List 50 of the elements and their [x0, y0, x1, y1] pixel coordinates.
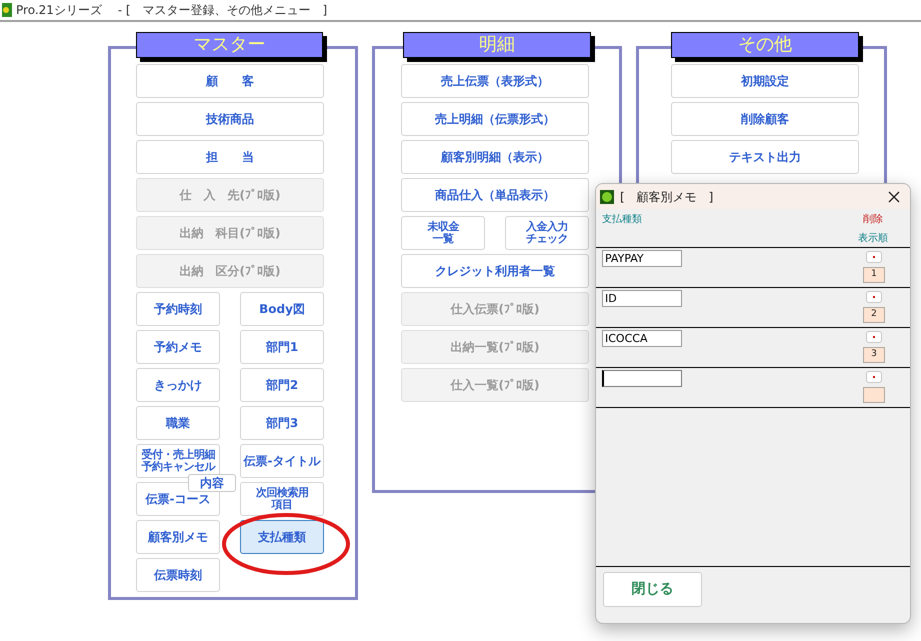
order-box: 1	[863, 267, 885, 283]
order-box: 2	[863, 307, 885, 323]
menu-button[interactable]: きっかけ	[136, 368, 220, 402]
menu-button[interactable]: 次回検索用 項目	[240, 482, 324, 516]
menu-button[interactable]: Body図	[240, 292, 324, 326]
menu-button[interactable]: クレジット利用者一覧	[401, 254, 589, 288]
menu-button[interactable]: 顧客別明細（表示）	[401, 140, 589, 174]
column-heading: 支払種類	[602, 212, 642, 227]
order-box	[863, 387, 885, 403]
menu-button[interactable]: 担 当	[136, 140, 324, 174]
menu-button[interactable]: 売上伝票（表形式）	[401, 64, 589, 98]
menu-button[interactable]: 受付・売上明細 予約キャンセル	[136, 444, 220, 478]
menu-button[interactable]: 伝票時刻	[136, 558, 220, 592]
app-icon	[2, 3, 12, 17]
menu-button[interactable]: 初期設定	[671, 64, 859, 98]
content-label: 内容	[188, 474, 236, 492]
close-button[interactable]	[886, 188, 902, 204]
menu-button[interactable]: 商品仕入（単品表示）	[401, 178, 589, 212]
menu-button[interactable]: 予約メモ	[136, 330, 220, 364]
menu-button[interactable]: 顧 客	[136, 64, 324, 98]
delete-heading: 削除	[863, 212, 883, 227]
menu-button[interactable]: 削除顧客	[671, 102, 859, 136]
menu-button[interactable]: テキスト出力	[671, 140, 859, 174]
delete-button[interactable]	[866, 251, 882, 263]
payment-type-field[interactable]: ICOCCA	[602, 330, 682, 347]
payment-type-field[interactable]: ID	[602, 290, 682, 307]
menu-button[interactable]: 技術商品	[136, 102, 324, 136]
payment-type-field[interactable]: PAYPAY	[602, 250, 682, 267]
menu-button[interactable]: 部門1	[240, 330, 324, 364]
delete-button[interactable]	[866, 331, 882, 343]
menu-button[interactable]: 入金入力 チェック	[505, 216, 589, 250]
close-icon	[888, 190, 900, 202]
app-icon	[600, 190, 614, 204]
menu-button[interactable]: 伝票-タイトル	[240, 444, 324, 478]
delete-button[interactable]	[866, 291, 882, 303]
delete-button[interactable]	[866, 371, 882, 383]
menu-button[interactable]: 部門3	[240, 406, 324, 440]
menu-button[interactable]: 支払種類	[240, 520, 324, 554]
order-heading: 表示順	[858, 232, 888, 246]
order-box: 3	[863, 347, 885, 363]
menu-button[interactable]: 職業	[136, 406, 220, 440]
close-button[interactable]: 閉じる	[603, 572, 702, 607]
menu-button[interactable]: 未収金 一覧	[401, 216, 485, 250]
menu-button[interactable]: 部門2	[240, 368, 324, 402]
menu-button[interactable]: 予約時刻	[136, 292, 220, 326]
dialog-title: [ 顧客別メモ ]	[620, 188, 714, 206]
menu-button[interactable]: 売上明細（伝票形式）	[401, 102, 589, 136]
window-title: Pro.21シリーズ - [ マスター登録、その他メニュー ]	[16, 2, 328, 19]
payment-type-field[interactable]	[602, 370, 682, 387]
menu-button[interactable]: 顧客別メモ	[136, 520, 220, 554]
